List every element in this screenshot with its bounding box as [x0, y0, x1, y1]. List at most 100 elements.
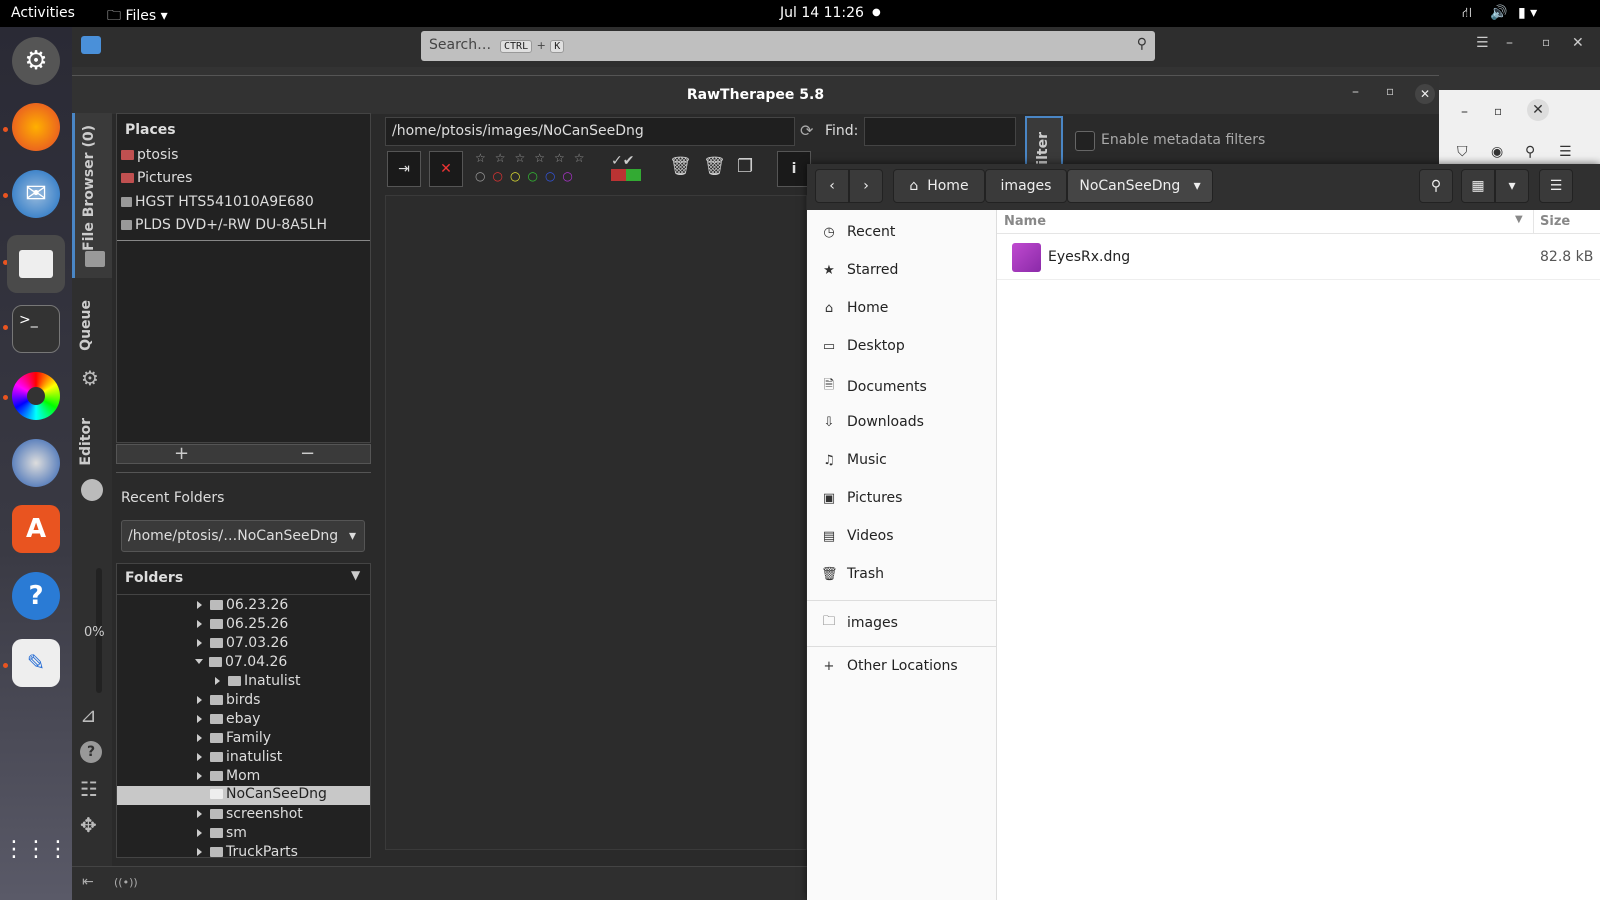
add-place-button[interactable]: +	[174, 443, 189, 464]
close-icon[interactable]: ✕	[1572, 35, 1584, 51]
sidebar-item-pictures[interactable]: ▣ Pictures	[821, 490, 903, 506]
folder-row[interactable]: birds	[197, 692, 260, 708]
column-name[interactable]: Name	[1004, 214, 1046, 229]
account-icon[interactable]: ◉	[1491, 144, 1503, 160]
tab-editor[interactable]: Editor	[78, 418, 94, 466]
send-to-editor-icon[interactable]: ⊿	[80, 703, 97, 727]
column-size[interactable]: Size	[1540, 214, 1570, 229]
search-input[interactable]: Search… CTRL + K ⚲	[421, 31, 1155, 61]
sidebar-item-images[interactable]: 🗀 images	[821, 612, 897, 634]
forward-button[interactable]: ›	[849, 169, 883, 203]
folder-row[interactable]: Family	[197, 730, 271, 746]
maximize-icon[interactable]: ▫	[1494, 104, 1502, 118]
sidebar-item-starred[interactable]: ★ Starred	[821, 262, 898, 278]
minimize-icon[interactable]: –	[1506, 35, 1513, 51]
tab-filter[interactable]: ilter	[1025, 116, 1063, 165]
software-icon[interactable]: A	[12, 505, 60, 553]
find-input[interactable]	[864, 117, 1016, 146]
place-item[interactable]: Pictures	[121, 170, 192, 186]
network-icon[interactable]: ⛙	[1462, 5, 1472, 23]
sidebar-item-desktop[interactable]: ▭ Desktop	[821, 338, 905, 354]
clock[interactable]: Jul 14 11:26	[780, 5, 864, 21]
breadcrumb-current[interactable]: NoCanSeeDng ▾	[1067, 169, 1213, 203]
info-icon[interactable]: i	[777, 151, 811, 187]
folder-row[interactable]: 07.04.26	[195, 654, 287, 670]
tab-file-browser[interactable]: File Browser (0)	[72, 113, 112, 278]
sidebar-item-downloads[interactable]: ⇩ Downloads	[821, 414, 924, 430]
breadcrumb-home[interactable]: ⌂ Home	[893, 169, 985, 203]
sidebar-item-home[interactable]: ⌂ Home	[821, 300, 888, 316]
folder-row[interactable]: screenshot	[197, 806, 303, 822]
folder-row[interactable]: 06.23.26	[197, 597, 288, 613]
trash-show-icon[interactable]: 🗑	[703, 156, 726, 177]
folder-row[interactable]: 06.25.26	[197, 616, 288, 632]
edited-icon[interactable]: ✓✔	[611, 153, 634, 169]
sidebar-item-other-locations[interactable]: + Other Locations	[821, 658, 958, 674]
search-button[interactable]: ⚲	[1419, 169, 1453, 203]
help-icon[interactable]: ?	[12, 572, 60, 620]
close-icon[interactable]: ✕	[1527, 99, 1549, 121]
folder-row-selected[interactable]: NoCanSeeDng	[117, 786, 370, 805]
thumbnail-area[interactable]	[385, 195, 807, 850]
menu-icon[interactable]: ☰	[1559, 144, 1572, 160]
folder-row[interactable]: Mom	[197, 768, 260, 784]
volume-icon[interactable]: 🔊	[1490, 5, 1507, 21]
refresh-icon[interactable]: ⟳	[800, 121, 813, 140]
color-icon[interactable]	[12, 372, 60, 420]
thunderbird-icon[interactable]: ✉	[12, 170, 60, 218]
place-item[interactable]: PLDS DVD+/-RW DU-8A5LH	[121, 217, 327, 233]
settings-icon[interactable]: ⚙	[12, 37, 60, 85]
trash-filter-icon[interactable]: 🗑	[669, 156, 692, 177]
rawtherapee-icon[interactable]	[12, 439, 60, 487]
folder-row[interactable]: Inatulist	[215, 673, 301, 689]
folder-row[interactable]: TruckParts	[197, 844, 298, 857]
help-icon[interactable]: ?	[80, 741, 102, 763]
recent-folders-dropdown[interactable]: /home/ptosis/…NoCanSeeDng ▾	[121, 520, 365, 552]
path-input[interactable]: /home/ptosis/images/NoCanSeeDng	[385, 117, 795, 146]
move-icon[interactable]: ✥	[80, 813, 97, 837]
saved-icon[interactable]	[611, 169, 641, 181]
place-item[interactable]: ptosis	[121, 147, 178, 163]
original-icon[interactable]: ❐	[737, 156, 753, 177]
gears-icon[interactable]: ⚙	[81, 366, 99, 390]
sidebar-item-trash[interactable]: 🗑 Trash	[821, 566, 884, 582]
view-options-button[interactable]: ▾	[1495, 169, 1529, 203]
metadata-filter-checkbox[interactable]	[1075, 131, 1095, 151]
minimize-icon[interactable]: –	[1352, 84, 1359, 100]
folder-row[interactable]: sm	[197, 825, 247, 841]
pocket-icon[interactable]: ⛉	[1457, 144, 1468, 160]
maximize-icon[interactable]: ▫	[1386, 84, 1394, 98]
firefox-icon[interactable]	[12, 103, 60, 151]
sidebar-item-music[interactable]: ♫ Music	[821, 452, 887, 468]
close-icon[interactable]: ✕	[1415, 84, 1435, 104]
aperture-icon[interactable]	[81, 479, 103, 501]
place-item[interactable]: HGST HTS541010A9E680	[121, 194, 314, 210]
app-grid-icon[interactable]: ⋮⋮⋮	[3, 825, 69, 873]
activities-button[interactable]: Activities	[11, 5, 75, 21]
sidebar-item-recent[interactable]: ◷ Recent	[821, 224, 895, 240]
terminal-icon[interactable]: >_	[12, 305, 60, 353]
sidebar-item-videos[interactable]: ▤ Videos	[821, 528, 894, 544]
folder-row[interactable]: 07.03.26	[197, 635, 288, 651]
back-button[interactable]: ‹	[815, 169, 849, 203]
search-icon[interactable]: ⚲	[1137, 36, 1147, 52]
maximize-icon[interactable]: ▫	[1542, 35, 1550, 49]
table-row[interactable]: EyesRx.dng 82.8 kB	[997, 235, 1600, 280]
tab-queue[interactable]: Queue	[78, 300, 94, 351]
chevron-down-icon[interactable]: ▼	[351, 568, 360, 582]
extensions-icon[interactable]: ⚲	[1525, 144, 1535, 160]
view-grid-button[interactable]: ▦	[1461, 169, 1495, 203]
text-editor-icon[interactable]: ✎	[12, 639, 60, 687]
remove-place-button[interactable]: −	[300, 443, 315, 464]
rating-stars[interactable]: ☆☆☆☆☆☆	[475, 151, 594, 165]
app-menu[interactable]: 🗀 Files ▾	[107, 5, 168, 29]
folder-row[interactable]: inatulist	[197, 749, 282, 765]
minimize-icon[interactable]: –	[1461, 104, 1468, 120]
files-icon[interactable]	[7, 235, 65, 293]
main-menu-button[interactable]: ☰	[1539, 169, 1573, 203]
color-labels[interactable]: ○○○○○○	[475, 169, 580, 183]
tools-icon[interactable]: ☷	[80, 777, 98, 801]
menu-icon[interactable]: ☰	[1476, 35, 1489, 51]
panel-toggle-icon[interactable]: ⇥	[387, 151, 421, 187]
battery-icon[interactable]: ▮ ▾	[1518, 5, 1537, 21]
